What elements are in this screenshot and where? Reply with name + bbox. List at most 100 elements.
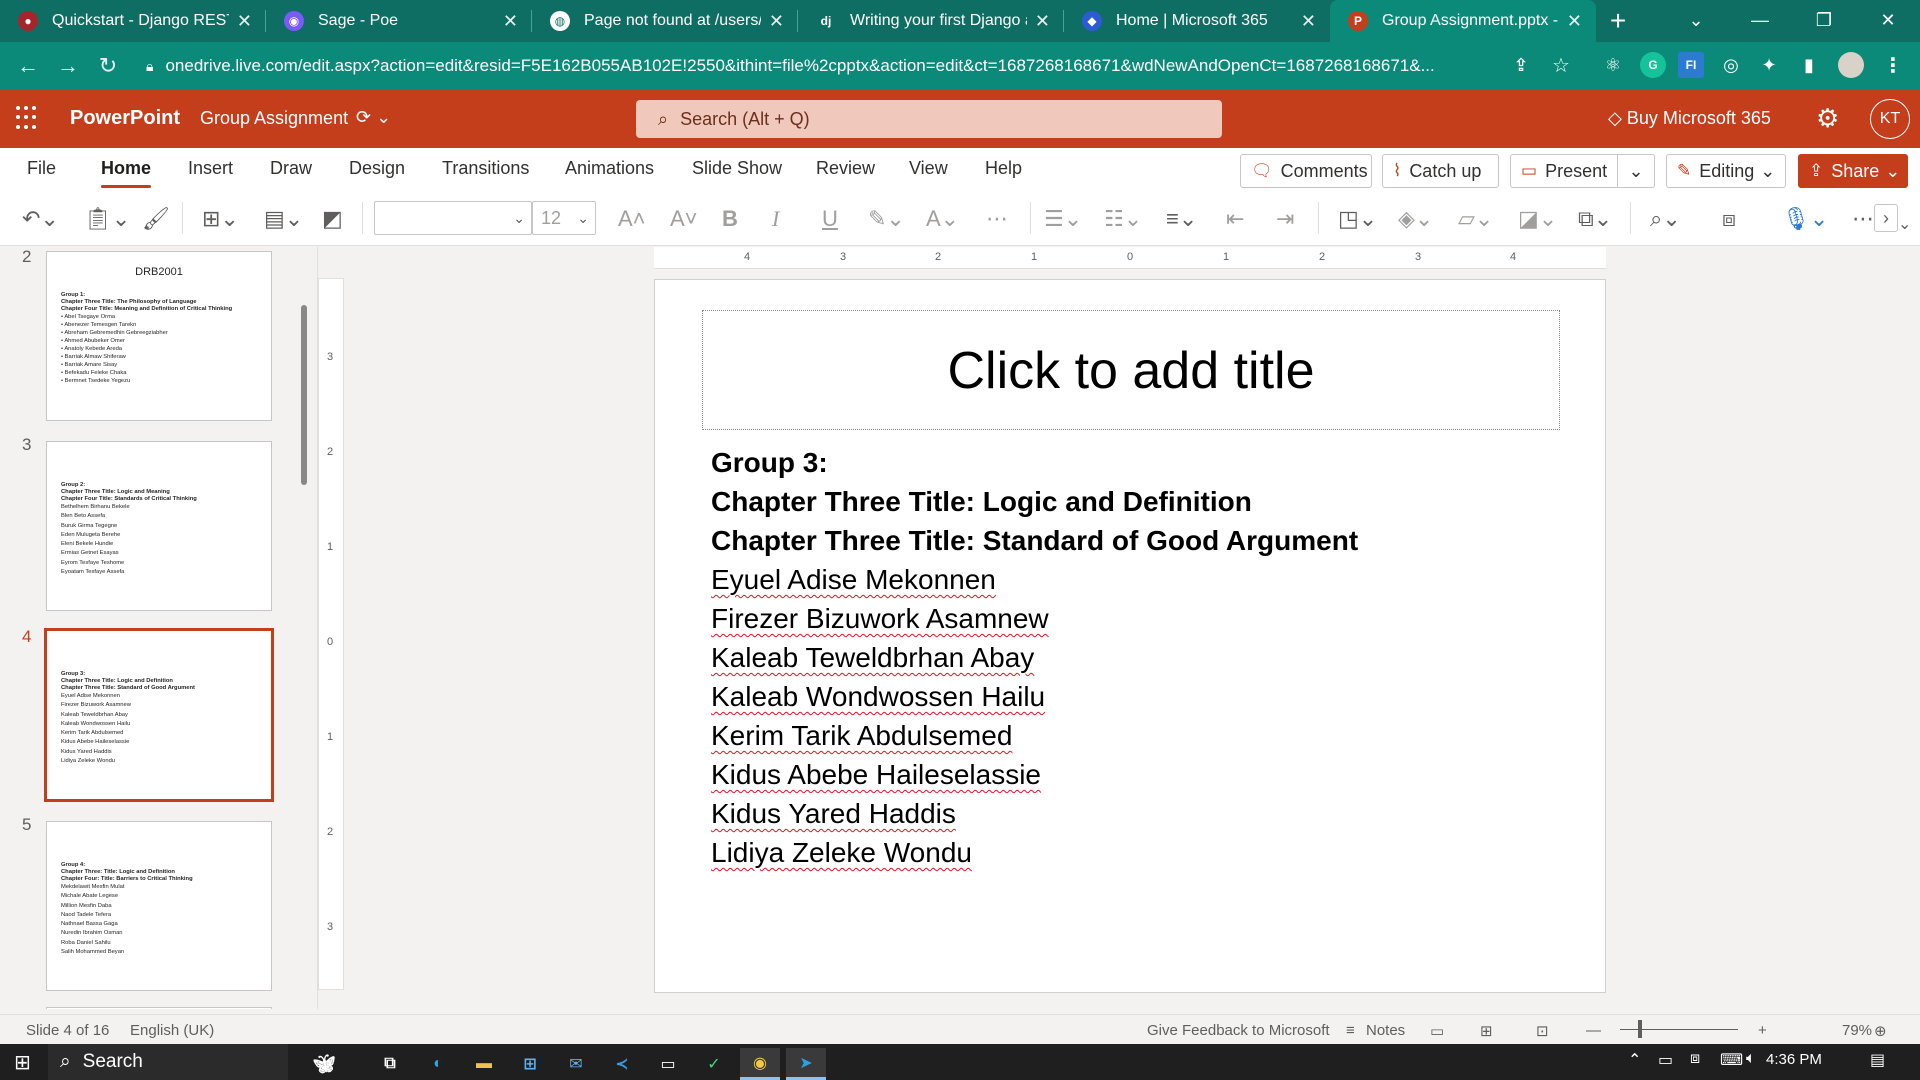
app-name[interactable]: PowerPoint [70, 107, 180, 130]
content-textbox[interactable]: Group 3: Chapter Three Title: Logic and … [711, 443, 1358, 872]
shape-outline-icon[interactable]: ▱⌄ [1458, 206, 1493, 232]
comments-button[interactable]: 🗨︎ Comments [1240, 154, 1372, 188]
find-icon[interactable]: ⌕⌄ [1650, 206, 1681, 232]
present-dropdown-chevron-icon[interactable]: ⌄ [1617, 154, 1655, 188]
font-color-icon[interactable]: A⌄ [926, 206, 959, 232]
bold-icon[interactable]: B [722, 206, 738, 232]
taskbar-clock[interactable]: 4:36 PM [1766, 1051, 1822, 1068]
underline-icon[interactable]: U [822, 206, 838, 232]
arrange-icon[interactable]: ⧉⌄ [1578, 206, 1612, 232]
format-painter-icon[interactable]: 🖌︎ [142, 206, 170, 232]
display-icon[interactable]: ⧈ [1690, 1050, 1700, 1074]
decrease-font-icon[interactable]: A˅ [670, 206, 698, 232]
browser-menu-icon[interactable]: ⋮ [1880, 52, 1906, 78]
shapes-icon[interactable]: ◳⌄ [1338, 206, 1377, 232]
slide-thumbnail-4-selected[interactable]: Group 3: Chapter Three Title: Logic and … [44, 628, 274, 802]
designer-icon[interactable]: ⧈ [1722, 206, 1736, 232]
share-button[interactable]: ⇪ Share ⌄ [1798, 154, 1908, 188]
grammarly-icon[interactable]: G [1640, 52, 1666, 78]
italic-icon[interactable]: I [772, 206, 779, 232]
thumbnails-scrollbar[interactable] [301, 305, 307, 485]
close-tab-icon[interactable]: ✕ [503, 11, 518, 32]
slide-thumbnail-3[interactable]: Group 2: Chapter Three Title: Logic and … [46, 441, 272, 611]
new-slide-icon[interactable]: ⊞⌄ [202, 206, 239, 232]
back-arrow-icon[interactable]: ← [8, 53, 48, 79]
browser-tab-active[interactable]: P Group Assignment.pptx - M ✕ [1330, 0, 1596, 42]
close-tab-icon[interactable]: ✕ [237, 11, 252, 32]
autosave-chevron-icon[interactable]: ⟳ ⌄ [356, 107, 391, 128]
bullets-icon[interactable]: ☰⌄ [1044, 206, 1082, 232]
tab-transitions[interactable]: Transitions [442, 158, 529, 179]
zoom-in-icon[interactable]: + [1758, 1022, 1767, 1039]
tab-design[interactable]: Design [349, 158, 405, 179]
microsoft-store-icon[interactable]: ⊞ [510, 1048, 550, 1080]
git-icon[interactable]: ✓ [694, 1048, 734, 1080]
ribbon-scroll-right-icon[interactable]: › [1874, 204, 1898, 232]
extensions-puzzle-icon[interactable]: ✦ [1756, 52, 1782, 78]
increase-font-icon[interactable]: A˄ [618, 206, 646, 232]
windows-start-icon[interactable]: ⊞ [14, 1050, 31, 1074]
numbering-icon[interactable]: ☷⌄ [1104, 206, 1142, 232]
zoom-out-icon[interactable]: — [1586, 1022, 1601, 1039]
browser-tab[interactable]: ◆ Home | Microsoft 365 ✕ [1064, 0, 1330, 42]
font-size-dropdown[interactable]: 12 ⌄ [532, 201, 596, 235]
notes-button[interactable]: Notes [1366, 1022, 1405, 1039]
taskbar-search[interactable]: ⌕ Search [48, 1044, 288, 1080]
chrome-icon[interactable]: ◉ [740, 1048, 780, 1080]
document-name[interactable]: Group Assignment [200, 108, 348, 129]
show-hidden-icons-icon[interactable]: ⌃ [1628, 1050, 1641, 1074]
ribbon-expand-chevron-icon[interactable]: ⌄ [1898, 214, 1911, 234]
close-tab-icon[interactable]: ✕ [1301, 11, 1316, 32]
highlight-icon[interactable]: ✎⌄ [868, 206, 905, 232]
settings-gear-icon[interactable]: ⚙ [1816, 103, 1839, 134]
app-launcher-icon[interactable] [16, 106, 40, 130]
shape-effects-icon[interactable]: ◪⌄ [1518, 206, 1557, 232]
feedback-link[interactable]: Give Feedback to Microsoft [1147, 1022, 1330, 1039]
fit-to-window-icon[interactable]: ⊕ [1874, 1022, 1887, 1040]
zoom-slider-thumb[interactable] [1638, 1020, 1642, 1038]
language-indicator[interactable]: English (UK) [130, 1022, 214, 1039]
decrease-indent-icon[interactable]: ⇤ [1226, 206, 1244, 232]
increase-indent-icon[interactable]: ⇥ [1276, 206, 1294, 232]
task-view-icon[interactable]: ⧉ [370, 1048, 410, 1080]
reload-icon[interactable]: ↻ [88, 53, 128, 79]
forward-arrow-icon[interactable]: → [48, 53, 88, 79]
profile-avatar[interactable] [1838, 52, 1864, 78]
reading-view-icon[interactable]: ⊡ [1536, 1022, 1549, 1040]
tab-review[interactable]: Review [816, 158, 875, 179]
notifications-icon[interactable]: ▤ [1870, 1050, 1885, 1074]
tab-home[interactable]: Home [101, 158, 152, 188]
tab-draw[interactable]: Draw [270, 158, 312, 179]
present-button[interactable]: ▭ Present [1510, 154, 1618, 188]
volume-icon[interactable]: 🔈︎ [1746, 1050, 1756, 1074]
search-input[interactable]: ⌕ Search (Alt + Q) [636, 100, 1222, 138]
share-page-icon[interactable]: ⇪ [1508, 52, 1534, 78]
tab-animations[interactable]: Animations [565, 158, 654, 179]
network-icon[interactable]: ⌨ [1720, 1050, 1743, 1074]
tab-search-chevron-icon[interactable]: ⌄ [1664, 0, 1728, 42]
close-tab-icon[interactable]: ✕ [1035, 11, 1050, 32]
paste-icon[interactable]: 📋︎⌄ [84, 206, 130, 232]
tab-view[interactable]: View [909, 158, 948, 179]
normal-view-icon[interactable]: ▭ [1430, 1022, 1444, 1040]
side-panel-icon[interactable]: ▮ [1796, 52, 1822, 78]
slide-thumbnail-2[interactable]: DRB2001 Group 1: Chapter Three Title: Th… [46, 251, 272, 421]
slide-thumbnail-next-partial[interactable] [46, 1007, 272, 1009]
meet-now-icon[interactable]: ▭ [1658, 1050, 1673, 1074]
background-picture-icon[interactable]: ◩ [322, 206, 343, 232]
align-icon[interactable]: ≡⌄ [1166, 206, 1197, 232]
url-field[interactable]: 🔒︎ onedrive.live.com/edit.aspx?action=ed… [132, 48, 1522, 84]
close-window-icon[interactable]: ✕ [1856, 0, 1920, 42]
close-tab-icon[interactable]: ✕ [769, 11, 784, 32]
more-font-options-icon[interactable]: ⋯ [986, 206, 1008, 232]
more-options-icon[interactable]: ⋯ [1852, 206, 1874, 232]
browser-tab[interactable]: ◍ Page not found at /users/ ✕ [532, 0, 798, 42]
restore-icon[interactable]: ❐ [1792, 0, 1856, 42]
dictate-microphone-icon[interactable]: 🎙︎⌄ [1782, 206, 1828, 232]
minimize-icon[interactable]: — [1728, 0, 1792, 42]
slide-4[interactable]: Click to add title Group 3: Chapter Thre… [654, 279, 1606, 993]
editing-mode-button[interactable]: ✎ Editing ⌄ [1666, 154, 1786, 188]
undo-icon[interactable]: ↶⌄ [22, 206, 59, 232]
zoom-level[interactable]: 79% [1842, 1022, 1872, 1039]
catch-up-button[interactable]: ⌇ Catch up [1382, 154, 1499, 188]
